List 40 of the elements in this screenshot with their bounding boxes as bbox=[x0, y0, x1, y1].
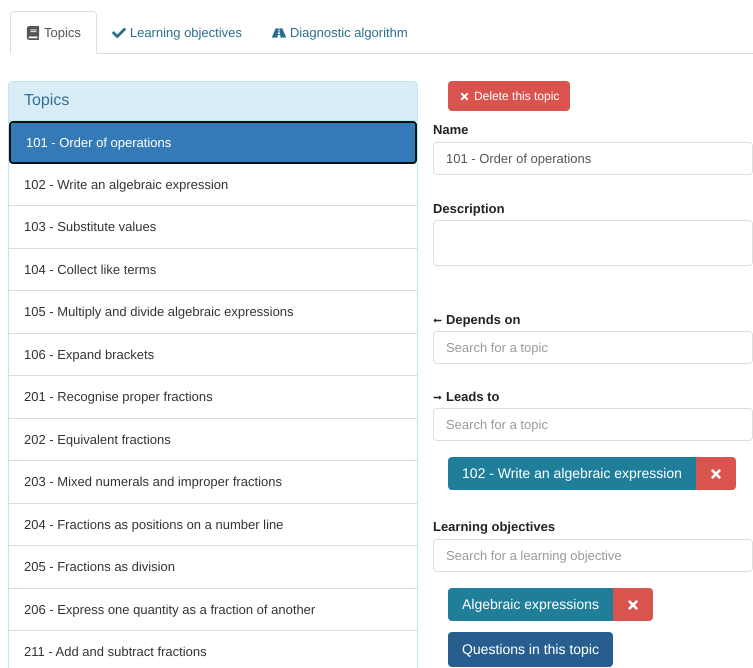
topic-list-item[interactable]: 206 - Express one quantity as a fraction of another bbox=[9, 588, 417, 631]
field-label: Learning objectives bbox=[433, 519, 556, 535]
topic-list-item[interactable]: 204 - Fractions as positions on a number line bbox=[9, 504, 417, 546]
search-field[interactable]: Search for a learning objective bbox=[433, 539, 753, 572]
field-label: Name bbox=[433, 122, 470, 138]
delete-topic-button[interactable]: Delete this topic bbox=[448, 81, 570, 111]
tab[interactable]: Topics bbox=[10, 11, 97, 54]
search-field[interactable]: Search for a topic bbox=[433, 408, 753, 441]
tab[interactable]: Learning objectives bbox=[96, 11, 257, 54]
field-label: Description bbox=[433, 201, 506, 217]
tag-label: Algebraic expressions bbox=[448, 588, 613, 621]
book-icon bbox=[26, 26, 40, 40]
topic-list-item[interactable]: 201 - Recognise proper fractions bbox=[9, 376, 417, 418]
topic-list-item[interactable]: 203 - Mixed numerals and improper fractions bbox=[9, 461, 417, 504]
close-icon bbox=[459, 90, 470, 102]
topic-list-item[interactable]: 106 - Expand brackets bbox=[9, 334, 417, 376]
questions-button[interactable]: Questions in this topic bbox=[448, 632, 613, 667]
tab[interactable]: Diagnostic algorithm bbox=[256, 11, 423, 54]
search-field[interactable]: Search for a topic bbox=[433, 331, 753, 364]
close-icon bbox=[626, 598, 640, 612]
close-icon bbox=[708, 466, 723, 480]
topic-list-item[interactable]: 105 - Multiply and divide algebraic expressions bbox=[9, 291, 417, 334]
left-arrow-icon bbox=[433, 316, 442, 324]
topic-list-item[interactable]: 202 - Equivalent fractions bbox=[9, 418, 417, 461]
topic-list-item[interactable]: 211 - Add and subtract fractions bbox=[9, 631, 417, 668]
topic-list-item[interactable]: 102 - Write an algebraic expression bbox=[9, 164, 417, 206]
topic-list-item[interactable]: 103 - Substitute values bbox=[9, 206, 417, 248]
field-label: Depends on bbox=[446, 312, 520, 328]
topic-list-item[interactable]: 104 - Collect like terms bbox=[9, 248, 417, 291]
right-arrow-icon bbox=[433, 392, 442, 402]
remove-tag-button[interactable] bbox=[696, 457, 736, 490]
tag-label: 102 - Write an algebraic expression bbox=[448, 457, 696, 490]
remove-tag-button[interactable] bbox=[612, 588, 653, 621]
topic-list-item[interactable]: 205 - Fractions as division bbox=[9, 546, 417, 588]
field-label: Leads to bbox=[446, 389, 500, 405]
panel-title: Topics bbox=[9, 82, 417, 121]
name-input[interactable]: 101 - Order of operations bbox=[433, 142, 753, 175]
topic-list-item[interactable]: 101 - Order of operations bbox=[9, 121, 417, 164]
road-icon bbox=[272, 26, 286, 40]
check-icon bbox=[112, 26, 126, 40]
